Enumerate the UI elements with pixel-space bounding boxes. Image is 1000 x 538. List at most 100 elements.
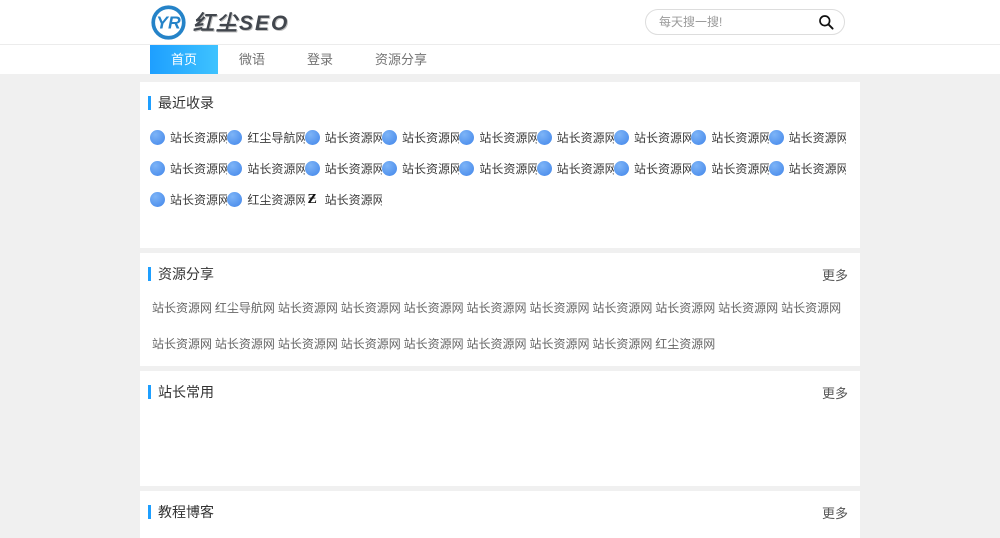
section-header: 最近收录 [148, 93, 848, 113]
site-link[interactable]: 站长资源网 [382, 160, 459, 177]
site-link[interactable]: 站长资源网 [278, 299, 341, 316]
site-link[interactable]: 站长资源网 [215, 335, 278, 352]
site-link[interactable]: 站长资源网 [592, 335, 655, 352]
site-link[interactable]: 站长资源网 [467, 335, 530, 352]
site-link[interactable]: 站长资源网 [278, 335, 341, 352]
logo-yr-badge-icon: YR [150, 4, 187, 41]
section-title: 站长常用 [158, 382, 214, 402]
site-link-label: 站长资源网 [152, 335, 212, 352]
site-link[interactable]: 站长资源网 [614, 160, 691, 177]
section-resource-share: 资源分享 更多 站长资源网红尘导航网站长资源网站长资源网站长资源网站长资源网站长… [140, 253, 860, 366]
more-link[interactable]: 更多 [822, 383, 848, 402]
site-link-label: 站长资源网 [592, 335, 652, 352]
site-link[interactable]: 站长资源网 [150, 191, 227, 208]
site-link[interactable]: 红尘资源网 [227, 191, 304, 208]
site-header: YR 红尘SEO [0, 0, 1000, 45]
site-link-label: 站长资源网 [655, 299, 715, 316]
site-link[interactable]: 站长资源网 [592, 299, 655, 316]
site-link-label: 站长资源网 [781, 299, 841, 316]
site-link-label: 站长资源网 [341, 299, 401, 316]
site-link[interactable]: 红尘导航网 [227, 129, 304, 146]
site-link-label: 红尘导航网 [247, 129, 304, 146]
site-link-label: 站长资源网 [592, 299, 652, 316]
more-link[interactable]: 更多 [822, 503, 848, 522]
site-link-label: 红尘导航网 [215, 299, 275, 316]
site-link[interactable]: 站长资源网 [781, 299, 844, 316]
site-link-label: 站长资源网 [479, 160, 536, 177]
section-accent-bar [148, 96, 151, 110]
site-link[interactable]: 站长资源网 [227, 160, 304, 177]
site-link[interactable]: 站长资源网 [341, 335, 404, 352]
section-accent-bar [148, 267, 151, 281]
search-icon [818, 14, 834, 30]
site-favicon-icon [227, 161, 242, 176]
section-title: 教程博客 [158, 502, 214, 522]
site-link-label: 红尘资源网 [655, 335, 715, 352]
search-box [645, 9, 845, 35]
site-link[interactable]: 站长资源网 [537, 160, 614, 177]
site-link[interactable]: 红尘导航网 [215, 299, 278, 316]
nav-item-1[interactable]: 微语 [218, 45, 286, 74]
site-link[interactable]: 站长资源网 [382, 129, 459, 146]
section-webmaster-common: 站长常用 更多 [140, 371, 860, 486]
section-accent-bar [148, 385, 151, 399]
site-link-label: 红尘资源网 [247, 191, 304, 208]
site-favicon-icon [691, 130, 706, 145]
section-title: 最近收录 [158, 93, 214, 113]
site-link-label: 站长资源网 [325, 191, 382, 208]
site-link-label: 站长资源网 [325, 160, 382, 177]
site-link-label: 站长资源网 [152, 299, 212, 316]
site-link-label: 站长资源网 [634, 129, 691, 146]
more-link[interactable]: 更多 [822, 265, 848, 284]
site-logo[interactable]: YR 红尘SEO [150, 4, 289, 41]
search-button[interactable] [818, 14, 834, 30]
site-link[interactable]: 站长资源网 [769, 129, 846, 146]
site-link[interactable]: 站长资源网 [150, 160, 227, 177]
site-link[interactable]: 站长资源网 [655, 299, 718, 316]
section-recent-included: 最近收录 站长资源网红尘导航网站长资源网站长资源网站长资源网站长资源网站长资源网… [140, 82, 860, 248]
site-link[interactable]: 站长资源网 [404, 299, 467, 316]
site-link-label: 站长资源网 [479, 129, 536, 146]
site-link[interactable]: 站长资源网 [718, 299, 781, 316]
site-link-label: 站长资源网 [341, 335, 401, 352]
site-link-label: 站长资源网 [404, 335, 464, 352]
site-link-label: 站长资源网 [789, 160, 846, 177]
site-link[interactable]: 站长资源网 [459, 160, 536, 177]
site-link[interactable]: 红尘资源网 [655, 335, 718, 352]
site-link[interactable]: 站长资源网 [152, 299, 215, 316]
site-link[interactable]: Ƶ站长资源网 [305, 191, 382, 208]
site-link-label: 站长资源网 [247, 160, 304, 177]
site-link[interactable]: 站长资源网 [467, 299, 530, 316]
nav-item-3[interactable]: 资源分享 [354, 45, 448, 74]
site-favicon-icon [150, 130, 165, 145]
site-link-label: 站长资源网 [215, 335, 275, 352]
site-favicon-icon [305, 161, 320, 176]
main-nav: 首页微语登录资源分享 [0, 45, 1000, 74]
site-favicon-icon [459, 161, 474, 176]
site-link[interactable]: 站长资源网 [537, 129, 614, 146]
site-link[interactable]: 站长资源网 [529, 335, 592, 352]
site-link[interactable]: 站长资源网 [529, 299, 592, 316]
site-favicon-icon [537, 130, 552, 145]
site-link[interactable]: 站长资源网 [614, 129, 691, 146]
site-link[interactable]: 站长资源网 [459, 129, 536, 146]
nav-item-0-active[interactable]: 首页 [150, 45, 218, 74]
site-link[interactable]: 站长资源网 [691, 160, 768, 177]
site-link-label: 站长资源网 [557, 129, 614, 146]
site-link-label: 站长资源网 [467, 299, 527, 316]
site-link-label: 站长资源网 [170, 191, 227, 208]
logo-title: 红尘SEO [193, 7, 289, 37]
nav-item-2[interactable]: 登录 [286, 45, 354, 74]
section-accent-bar [148, 505, 151, 519]
site-link[interactable]: 站长资源网 [305, 160, 382, 177]
site-favicon-icon [305, 130, 320, 145]
site-link[interactable]: 站长资源网 [305, 129, 382, 146]
site-link[interactable]: 站长资源网 [691, 129, 768, 146]
site-link[interactable]: 站长资源网 [150, 129, 227, 146]
site-link[interactable]: 站长资源网 [404, 335, 467, 352]
site-link[interactable]: 站长资源网 [769, 160, 846, 177]
site-link-label: 站长资源网 [402, 129, 459, 146]
search-input[interactable] [659, 15, 818, 29]
site-link[interactable]: 站长资源网 [152, 335, 215, 352]
site-link[interactable]: 站长资源网 [341, 299, 404, 316]
